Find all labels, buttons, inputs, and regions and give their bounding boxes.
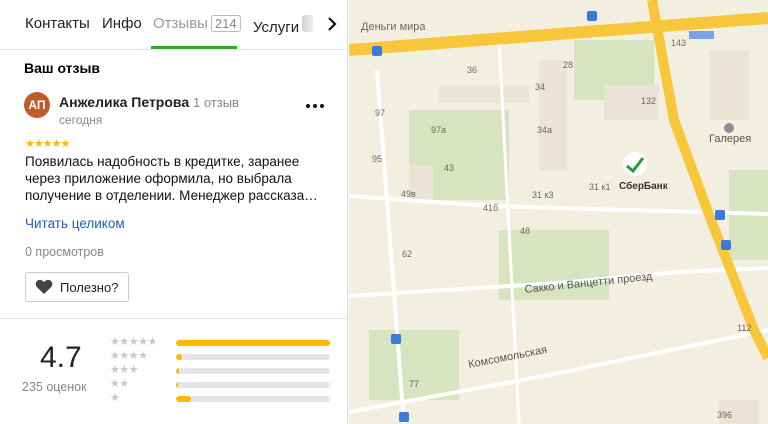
house-number: 97а: [431, 125, 446, 135]
house-number: 31 к1: [589, 182, 610, 192]
rating-count: 235 оценок: [22, 380, 87, 394]
tab-reviews-label: Отзывы: [153, 15, 208, 32]
house-number: 28: [563, 60, 573, 70]
heart-icon: [35, 279, 53, 294]
chevron-right-icon: [328, 17, 337, 31]
house-number: 43: [444, 163, 454, 173]
bus-stop-icon: [399, 412, 409, 422]
house-number: 396: [717, 410, 732, 420]
building: [539, 60, 567, 170]
tab-contacts[interactable]: Контакты: [25, 15, 90, 32]
avatar[interactable]: АП: [24, 92, 50, 118]
rating-bar-track: [176, 340, 330, 346]
bus-stop-icon: [391, 334, 401, 344]
house-number: 112: [737, 323, 751, 333]
tabs-fade: [300, 0, 320, 48]
rating-value: 4.7: [40, 341, 82, 374]
active-tab-indicator: [151, 46, 237, 49]
author-name[interactable]: Анжелика Петрова: [59, 94, 189, 110]
more-dots-icon: [306, 104, 324, 108]
bus-stop-icon: [715, 210, 725, 220]
rating-bar-fill: [176, 382, 178, 388]
house-number: 132: [641, 96, 656, 106]
mall-icon: [724, 123, 734, 133]
house-number: 34: [535, 82, 545, 92]
sberbank-marker[interactable]: [623, 152, 647, 176]
tabs-bar: Контакты Инфо Отзывы 214 Услуги: [0, 0, 347, 50]
review-star-rating: ★★★★★: [25, 138, 70, 150]
more-options-button[interactable]: [303, 98, 327, 114]
bus-stop-icon: [372, 46, 382, 56]
tabs-next-button[interactable]: [320, 10, 344, 38]
tab-reviews[interactable]: Отзывы 214: [153, 15, 241, 32]
house-number: 143: [671, 38, 686, 48]
tab-services-label: Услуги: [253, 19, 300, 36]
review-text: Появилась надобность в кредитке, заранее…: [25, 154, 318, 203]
rating-bar-fill: [176, 354, 183, 360]
rating-row-stars: ★★★★★: [110, 336, 157, 348]
street-label: Деньги мира: [361, 21, 426, 33]
house-number: 31 к3: [532, 190, 553, 200]
rating-bar-fill: [176, 340, 330, 346]
house-number: 34а: [537, 125, 552, 135]
section-divider: [0, 318, 347, 319]
house-number: 77: [409, 379, 419, 389]
review-date: сегодня: [59, 113, 103, 127]
your-review-heading: Ваш отзыв: [24, 60, 101, 76]
bus-stop-icon: [587, 11, 597, 21]
tab-info[interactable]: Инфо: [102, 15, 142, 32]
building: [439, 85, 529, 103]
rating-bar-track: [176, 368, 330, 374]
house-number: 41б: [483, 203, 498, 213]
review-views: 0 просмотров: [25, 245, 104, 259]
house-number: 48: [520, 226, 530, 236]
map-canvas[interactable]: Деньги мира Сакко и Ванцетти проезд Комс…: [349, 0, 768, 424]
read-full-review-link[interactable]: Читать целиком: [25, 216, 125, 231]
sberbank-label[interactable]: СберБанк: [619, 180, 669, 192]
rating-row-stars: ★★★★: [110, 350, 148, 362]
house-number: 95: [372, 154, 382, 164]
rating-bar-track: [176, 354, 330, 360]
rating-row-stars: ★: [110, 392, 120, 404]
bus-stop-icon: [721, 240, 731, 250]
rating-bar-track: [176, 396, 330, 402]
galereya-label[interactable]: Галерея: [709, 133, 751, 145]
rating-row-stars: ★★★: [110, 364, 139, 376]
useful-button[interactable]: Полезно?: [25, 272, 129, 302]
author-review-count: 1 отзыв: [193, 95, 239, 110]
rating-bar-fill: [176, 368, 180, 374]
house-number: 49в: [401, 189, 416, 199]
building: [709, 50, 749, 120]
rating-bar-fill: [176, 396, 192, 402]
rating-bar-track: [176, 382, 330, 388]
park-area: [369, 330, 459, 400]
house-number: 97: [375, 108, 385, 118]
organization-panel: Контакты Инфо Отзывы 214 Услуги Ваш отзыв…: [0, 0, 348, 424]
house-number: 62: [402, 249, 412, 259]
map-view[interactable]: Деньги мира Сакко и Ванцетти проезд Комс…: [349, 0, 768, 424]
house-number: 36: [467, 65, 477, 75]
useful-label: Полезно?: [60, 280, 119, 295]
reviews-count-badge: 214: [210, 15, 241, 32]
rating-row-stars: ★★: [110, 378, 129, 390]
